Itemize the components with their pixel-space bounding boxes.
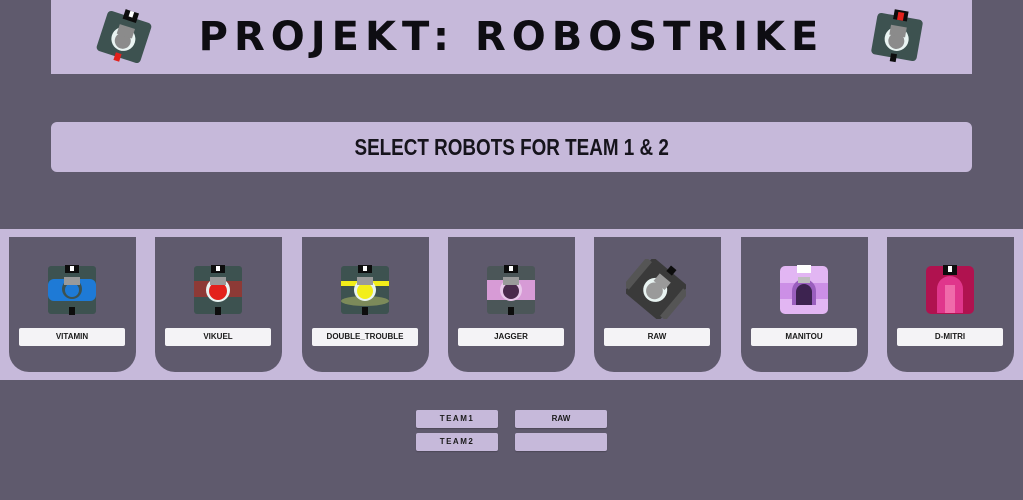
robot-card-vitamin[interactable]: VITAMIN: [9, 237, 136, 372]
pink-robot-icon: [487, 265, 535, 315]
title-banner: PROJEKT: ROBOSTRIKE: [51, 0, 972, 74]
robot-name-button[interactable]: RAW: [604, 328, 710, 346]
robot-card-jagger[interactable]: JAGGER: [448, 237, 575, 372]
robot-name-button[interactable]: VITAMIN: [19, 328, 125, 346]
robot-selection-panel: VITAMIN VIKUEL DOUBLE_TROUBLE JAGGER RAW…: [0, 229, 1023, 380]
robot-name-button[interactable]: JAGGER: [458, 328, 564, 346]
instruction-banner: SELECT ROBOTS FOR TEAM 1 & 2: [51, 122, 972, 172]
magenta-robot-icon: [926, 265, 974, 314]
team1-button[interactable]: TEAM1: [416, 410, 498, 428]
red-robot-icon: [194, 265, 242, 315]
robot-card-raw[interactable]: RAW: [594, 237, 721, 372]
robot-name-button[interactable]: VIKUEL: [165, 328, 271, 346]
team2-button[interactable]: TEAM2: [416, 433, 498, 451]
robot-name-button[interactable]: DOUBLE_TROUBLE: [312, 328, 418, 346]
robot-card-double-trouble[interactable]: DOUBLE_TROUBLE: [302, 237, 429, 372]
team2-selected-robot: [515, 433, 607, 451]
team1-selected-robot: RAW: [515, 410, 607, 428]
grey-robot-icon: [626, 259, 686, 319]
robot-logo-icon: [871, 9, 923, 63]
robot-card-d-mitri[interactable]: D-MITRI: [887, 237, 1014, 372]
yellow-robot-icon: [341, 265, 389, 315]
app-title: PROJEKT: ROBOSTRIKE: [198, 14, 825, 60]
instruction-text: SELECT ROBOTS FOR TEAM 1 & 2: [354, 133, 669, 160]
blue-robot-icon: [48, 265, 96, 315]
robot-card-manitou[interactable]: MANITOU: [741, 237, 868, 372]
robot-name-button[interactable]: D-MITRI: [897, 328, 1003, 346]
robot-card-vikuel[interactable]: VIKUEL: [155, 237, 282, 372]
robot-name-button[interactable]: MANITOU: [751, 328, 857, 346]
lilac-robot-icon: [780, 265, 828, 314]
